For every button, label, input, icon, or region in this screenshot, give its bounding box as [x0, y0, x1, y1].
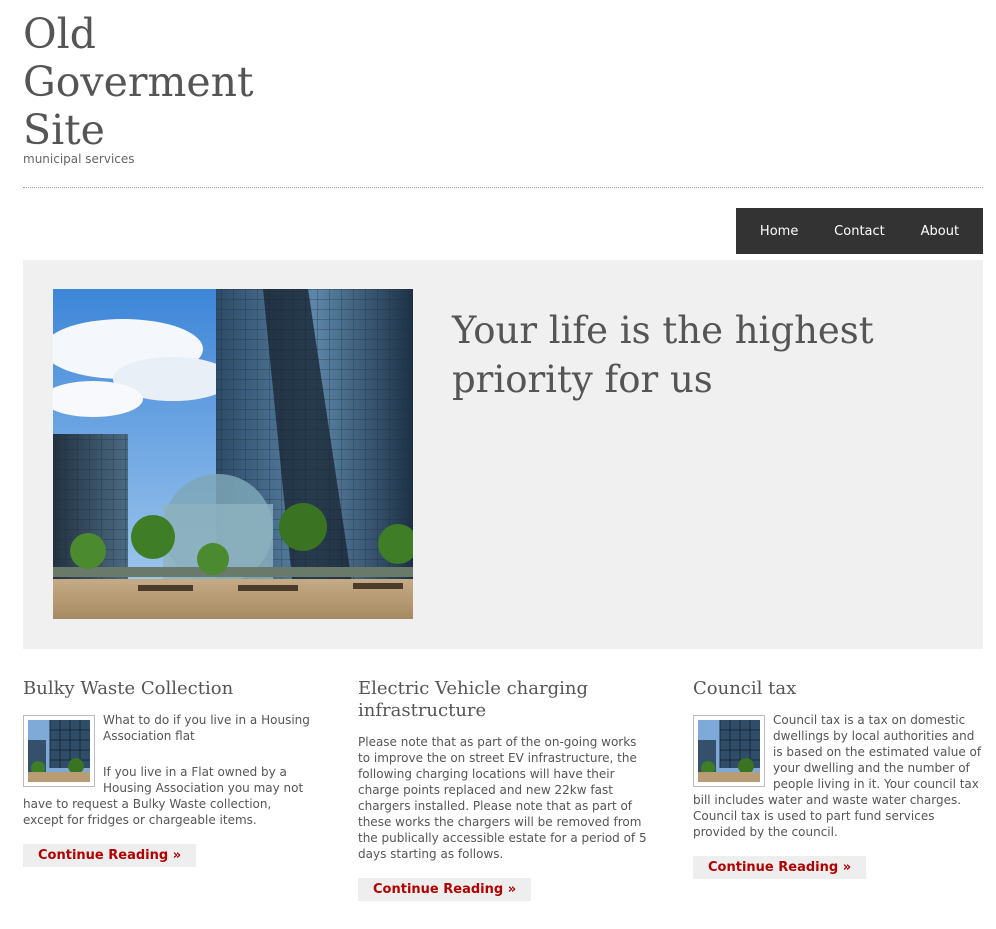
article-thumbnail[interactable] [693, 715, 765, 787]
city-buildings-photo [53, 289, 413, 619]
article-thumbnail[interactable] [23, 715, 95, 787]
article-title[interactable]: Council tax [693, 678, 983, 700]
continue-reading-button[interactable]: Continue Reading » [693, 856, 867, 879]
article-council-tax: Council tax Council tax is a tax on dome… [693, 678, 983, 879]
hero-heading: Your life is the highest priority for us [452, 309, 874, 401]
nav-contact[interactable]: Contact [834, 224, 885, 239]
article-title[interactable]: Bulky Waste Collection [23, 678, 313, 700]
article-bulky-waste: Bulky Waste Collection What to do if you… [23, 678, 313, 867]
hero-banner: Your life is the highest priority for us [23, 260, 983, 649]
continue-reading-button[interactable]: Continue Reading » [23, 844, 197, 867]
main-nav: Home Contact About [736, 208, 983, 254]
site-title[interactable]: Old Goverment Site [23, 10, 283, 154]
building-thumbnail-image [698, 720, 760, 782]
nav-about[interactable]: About [921, 224, 959, 239]
hero-image [53, 289, 413, 619]
article-paragraph: Please note that as part of the on-going… [358, 735, 647, 861]
article-title[interactable]: Electric Vehicle charging infrastructure [358, 678, 648, 722]
nav-home[interactable]: Home [760, 224, 798, 239]
article-ev-charging: Electric Vehicle charging infrastructure… [358, 678, 648, 901]
continue-reading-button[interactable]: Continue Reading » [358, 878, 532, 901]
site-tagline: municipal services [23, 152, 135, 166]
header-divider [23, 187, 983, 188]
building-thumbnail-image [28, 720, 90, 782]
